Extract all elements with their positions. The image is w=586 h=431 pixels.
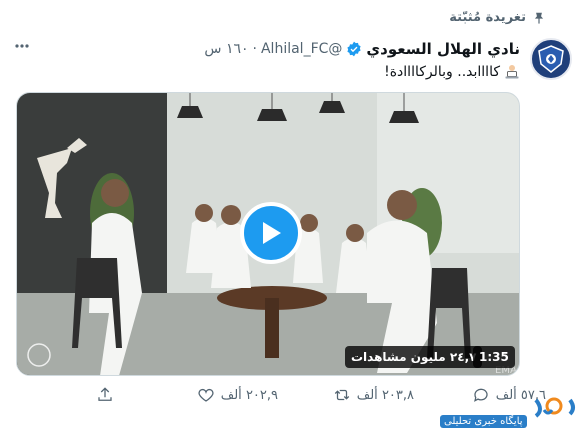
timestamp[interactable]: ١٦٠ س <box>204 41 248 57</box>
play-icon <box>263 222 281 244</box>
pin-icon <box>534 12 544 24</box>
pinned-indicator: تغريدة مُثبّتة <box>449 10 546 25</box>
brand-tagline: پایگاه خبری تحلیلی <box>440 415 527 428</box>
brand-watermark: پایگاه خبری تحلیلی <box>432 396 582 428</box>
tweet-header: نادي الهلال السعودي @Alhilal_FC · ١٦٠ س <box>204 40 520 58</box>
like-button[interactable]: ٢٠٢,٩ ألف <box>197 386 278 404</box>
display-name[interactable]: نادي الهلال السعودي <box>366 40 520 58</box>
retweet-button[interactable]: ٢٠٣,٨ ألف <box>333 386 414 404</box>
view-count-badge: ٢٤,٧ مليون مشاهدات <box>345 346 483 368</box>
tweet-text: كاااابد.. وبالركاااادة! <box>384 64 520 80</box>
person-laptop-emoji-icon <box>505 65 519 79</box>
share-button[interactable] <box>96 386 114 404</box>
play-button[interactable] <box>240 202 302 264</box>
retweet-icon <box>334 389 349 401</box>
duration-badge: 1:35 <box>473 346 515 368</box>
avatar[interactable] <box>530 38 572 80</box>
share-icon <box>98 387 112 401</box>
like-count: ٢٠٢,٩ ألف <box>220 387 278 403</box>
heart-icon <box>198 388 214 402</box>
verified-badge-icon <box>347 41 362 57</box>
tweet-body: كاااابد.. وبالركاااادة! <box>384 64 500 80</box>
more-options-icon[interactable] <box>14 38 30 54</box>
pinned-label: تغريدة مُثبّتة <box>449 10 526 25</box>
separator: · <box>252 41 257 57</box>
handle[interactable]: @Alhilal_FC <box>261 41 342 57</box>
video-player[interactable]: EMAAR ٢٤,٧ مليون مشاهدات 1:35 <box>16 92 520 376</box>
club-crest-icon <box>538 45 564 73</box>
retweet-count: ٢٠٣,٨ ألف <box>356 387 414 403</box>
